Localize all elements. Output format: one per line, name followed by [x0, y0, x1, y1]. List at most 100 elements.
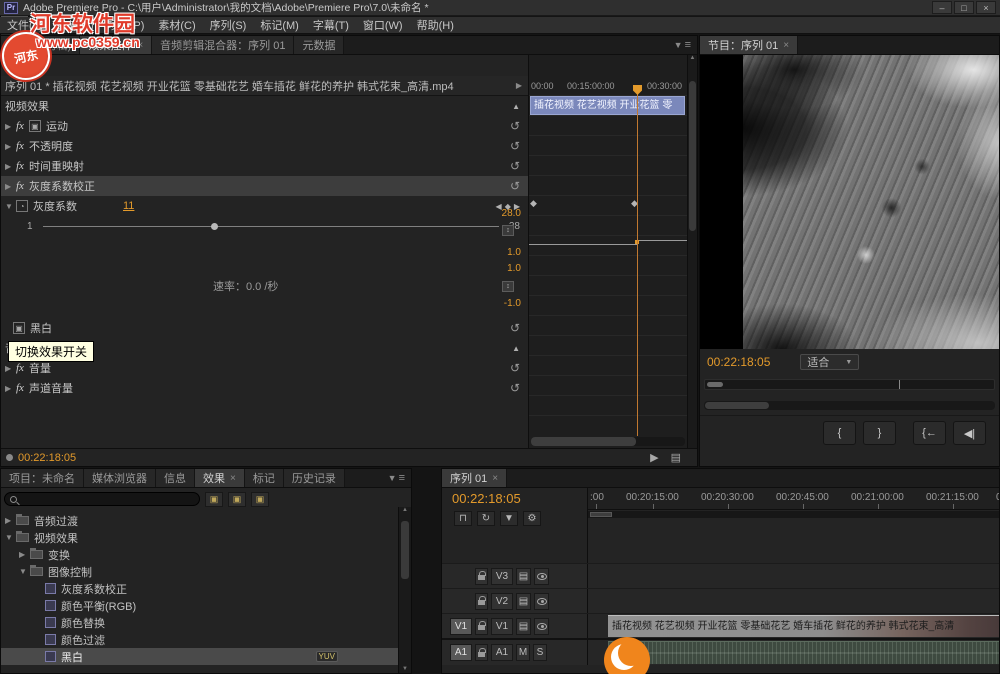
close-icon[interactable]: × — [137, 40, 143, 51]
search-input[interactable] — [21, 494, 194, 505]
slider-thumb[interactable] — [211, 223, 218, 230]
settings-button[interactable]: ⚙ — [523, 511, 541, 526]
tab-history[interactable]: 历史记录 — [284, 469, 345, 487]
tab-source[interactable]: 源：(无剪辑) — [1, 36, 80, 54]
track-output-icon[interactable] — [534, 618, 549, 635]
reset-icon[interactable]: ↺ — [510, 119, 520, 133]
scroll-up-icon[interactable]: ▲ — [690, 55, 696, 61]
effect-row-channel-volume[interactable]: ▶ fx 声道音量 ↺ — [1, 378, 528, 398]
effect-row-gamma-correction[interactable]: ▶ fx 灰度系数校正 ↺ — [1, 176, 528, 196]
expander-icon[interactable]: ▶ — [5, 162, 16, 171]
track-style-icon[interactable]: ▤ — [516, 618, 531, 635]
menu-marker[interactable]: 标记(M) — [253, 17, 306, 33]
maximize-button[interactable]: □ — [954, 1, 974, 14]
mute-button[interactable]: M — [516, 644, 530, 661]
lock-icon[interactable] — [475, 568, 488, 585]
collapse-up-icon[interactable]: ▲ — [512, 102, 520, 111]
panel-menu-button[interactable]: ▼≡ — [382, 469, 411, 487]
program-timecode[interactable]: 00:22:18:05 — [707, 355, 770, 369]
track-content-v1[interactable]: 插花视频 花艺视频 开业花篮 零基础花艺 婚车插花 鲜花的养护 韩式花束_高清 — [588, 614, 999, 638]
keyframe-ruler[interactable]: 00:00 00:15:00:00 00:30:00 — [529, 76, 687, 96]
expander-icon[interactable]: ▼ — [5, 202, 16, 211]
tree-item-color-replace[interactable]: 颜色替换 — [1, 614, 398, 631]
collapse-up-icon[interactable]: ▲ — [512, 344, 520, 353]
expander-icon[interactable]: ▶ — [5, 516, 16, 525]
track-output-icon[interactable] — [534, 593, 549, 610]
keyframe-zoom-bar[interactable] — [531, 437, 685, 446]
marker-button[interactable]: ▼ — [500, 511, 518, 526]
work-area-handle[interactable] — [590, 512, 612, 517]
tab-sequence[interactable]: 序列 01× — [442, 469, 507, 487]
fit-dropdown[interactable]: 适合 ▼ — [800, 354, 859, 370]
current-timecode[interactable]: 00:22:18:05 — [18, 452, 76, 464]
toggle-animation-icon[interactable]: ◔ — [16, 200, 28, 212]
gamma-slider[interactable] — [43, 226, 499, 227]
param-row-gamma[interactable]: ▼ ◔ 灰度系数 11 ◀ ◆ ▶ — [1, 196, 528, 216]
vertical-scrollbar[interactable]: ▲ — [687, 55, 697, 448]
zoom-thumb[interactable] — [531, 437, 636, 446]
scroll-up-icon[interactable]: ▲ — [402, 507, 408, 513]
work-area-bar[interactable] — [588, 511, 999, 518]
keyframe-icon[interactable]: ◆ — [530, 198, 537, 209]
lock-icon[interactable] — [475, 618, 488, 635]
vertical-scrollbar[interactable]: ▲ ▼ — [398, 507, 411, 673]
playhead-line[interactable] — [637, 85, 638, 436]
collapse-icon[interactable]: ▶ — [516, 81, 524, 90]
reset-icon[interactable]: ↺ — [510, 179, 520, 193]
menu-sequence[interactable]: 序列(S) — [203, 17, 254, 33]
tab-media-browser[interactable]: 媒体浏览器 — [84, 469, 156, 487]
track-name[interactable]: A1 — [491, 644, 513, 661]
close-button[interactable]: × — [976, 1, 996, 14]
expander-icon[interactable]: ▶ — [5, 182, 16, 191]
tab-program[interactable]: 节目：序列 01× — [700, 36, 798, 54]
tab-markers[interactable]: 标记 — [245, 469, 284, 487]
mark-out-button[interactable]: } — [863, 421, 896, 445]
close-icon[interactable]: × — [492, 473, 498, 484]
fx-badge-icon[interactable]: fx — [16, 140, 24, 152]
tree-item-video-effects[interactable]: ▼ 视频效果 — [1, 529, 398, 546]
step-back-button[interactable]: ◀| — [953, 421, 986, 445]
clip-duration-bar[interactable]: 插花视频 花艺视频 开业花篮 零 — [530, 96, 685, 115]
zoom-thumb[interactable] — [705, 402, 769, 409]
lock-icon[interactable] — [475, 593, 488, 610]
track-style-icon[interactable]: ▤ — [516, 593, 531, 610]
track-name[interactable]: V2 — [491, 593, 513, 610]
minimize-button[interactable]: – — [932, 1, 952, 14]
expander-icon[interactable]: ▼ — [19, 567, 30, 576]
source-target-a1[interactable]: A1 — [450, 644, 472, 661]
tab-effect-controls[interactable]: 效果控件× — [80, 36, 152, 54]
menu-title[interactable]: 字幕(T) — [306, 17, 356, 33]
track-output-icon[interactable] — [534, 568, 549, 585]
solo-button[interactable]: S — [533, 644, 547, 661]
track-content-a1[interactable] — [588, 640, 999, 665]
reset-icon[interactable]: ↺ — [510, 381, 520, 395]
menu-help[interactable]: 帮助(H) — [410, 17, 461, 33]
tree-item-color-balance-rgb[interactable]: 颜色平衡(RGB) — [1, 597, 398, 614]
fx-badge-icon[interactable]: fx — [16, 160, 24, 172]
go-to-in-button[interactable]: {← — [913, 421, 946, 445]
playhead-marker[interactable] — [899, 380, 900, 389]
fx-badge-icon[interactable]: fx — [16, 362, 24, 374]
lock-icon[interactable] — [475, 644, 488, 661]
close-icon[interactable]: × — [783, 40, 789, 51]
effect-row-black-white[interactable]: ▣ 黑白 ↺ — [1, 318, 528, 338]
scroll-down-icon[interactable]: ▼ — [399, 666, 411, 672]
track-content-v2[interactable] — [588, 589, 999, 613]
close-icon[interactable]: × — [230, 473, 236, 484]
effect-row-time-remap[interactable]: ▶ fx 时间重映射 ↺ — [1, 156, 528, 176]
sync-lock-toggle[interactable]: ↻ — [477, 511, 495, 526]
expander-icon[interactable]: ▼ — [5, 533, 16, 542]
menu-clip[interactable]: 素材(C) — [151, 17, 202, 33]
effect-row-opacity[interactable]: ▶ fx 不透明度 ↺ — [1, 136, 528, 156]
mark-in-button[interactable]: { — [823, 421, 856, 445]
tab-info[interactable]: 信息 — [156, 469, 195, 487]
effect-row-motion[interactable]: ▶ fx ▣ 运动 ↺ — [1, 116, 528, 136]
tree-item-gamma-correction[interactable]: 灰度系数校正 — [1, 580, 398, 597]
scrub-handle[interactable] — [707, 382, 723, 387]
reset-icon[interactable]: ↺ — [510, 159, 520, 173]
menu-window[interactable]: 窗口(W) — [356, 17, 410, 33]
menu-edit[interactable]: 编辑(E) — [50, 17, 101, 33]
tab-effects[interactable]: 效果× — [195, 469, 245, 487]
expander-icon[interactable]: ▶ — [19, 550, 30, 559]
program-zoom-bar[interactable] — [704, 401, 995, 410]
